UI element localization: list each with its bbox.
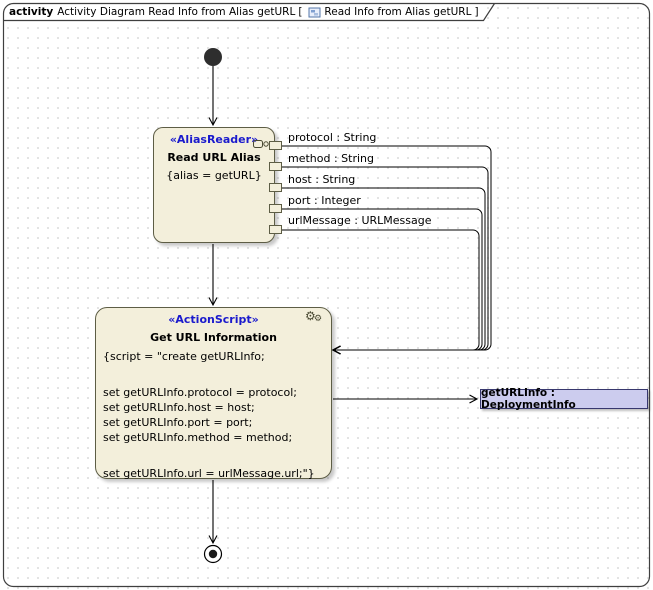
activity-final-node-core (209, 550, 217, 558)
script-line: set getURLInfo.url = urlMessage.url;"} (103, 466, 328, 481)
bracket-open: [ (298, 6, 302, 18)
activity-keyword: activity (9, 6, 53, 18)
frame-tab[interactable]: activity Activity Diagram Read Info from… (4, 4, 487, 20)
output-pin-host[interactable] (269, 183, 282, 192)
action-name: Read URL Alias (154, 151, 274, 164)
diagram-frame (4, 4, 650, 587)
script-line: set getURLInfo.method = method; (103, 430, 328, 445)
script-line (103, 445, 328, 466)
get-url-information-action[interactable]: «ActionScript» ⚙ ⚙ Get URL Information {… (95, 307, 332, 479)
script-line (103, 364, 328, 385)
gears-icon: ⚙ ⚙ (305, 310, 325, 327)
script-body: {script = "create getURLInfo; set getURL… (103, 349, 328, 481)
activity-diagram-icon (308, 7, 321, 18)
pin-label-urlmessage: urlMessage : URLMessage (288, 214, 432, 227)
initial-node[interactable] (204, 48, 222, 66)
output-pin-protocol[interactable] (269, 141, 282, 150)
pin-label-protocol: protocol : String (288, 131, 376, 144)
pin-label-host: host : String (288, 173, 355, 186)
script-line: set getURLInfo.host = host; (103, 400, 328, 415)
action-body: {alias = getURL} (154, 169, 274, 182)
action-script-stereotype: «ActionScript» (96, 313, 331, 326)
output-pin-urlmessage[interactable] (269, 225, 282, 234)
script-line: set getURLInfo.port = port; (103, 415, 328, 430)
gear-icon-small: ⚙ (314, 315, 322, 324)
pin-label-port: port : Integer (288, 194, 361, 207)
action-name: Get URL Information (96, 331, 331, 344)
output-pin-method[interactable] (269, 162, 282, 171)
activity-final-node[interactable] (205, 546, 222, 563)
bracket-close: ] (474, 6, 478, 18)
output-pin-port[interactable] (269, 204, 282, 213)
pin-label-method: method : String (288, 152, 374, 165)
script-line: {script = "create getURLInfo; (103, 349, 328, 364)
frame-diagram-name: Read Info from Alias getURL (324, 6, 471, 18)
diagram-canvas: activity Activity Diagram Read Info from… (0, 0, 653, 590)
object-node-label: getURLInfo : DeploymentInfo (481, 387, 647, 411)
script-line: set getURLInfo.protocol = protocol; (103, 385, 328, 400)
frame-title: Activity Diagram Read Info from Alias ge… (57, 6, 295, 18)
object-node-geturlinfo[interactable]: getURLInfo : DeploymentInfo (480, 389, 648, 409)
read-url-alias-action[interactable]: «AliasReader» Read URL Alias {alias = ge… (153, 127, 275, 243)
